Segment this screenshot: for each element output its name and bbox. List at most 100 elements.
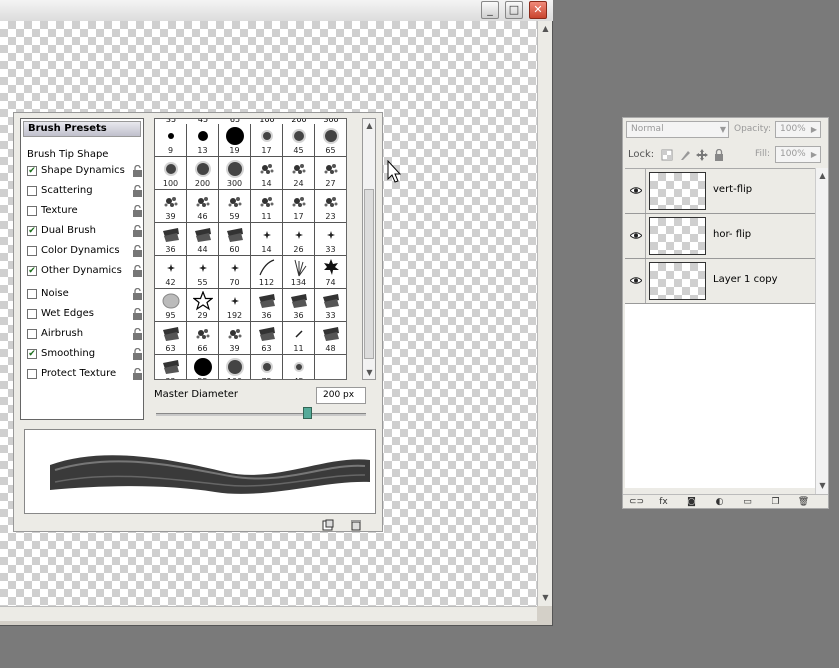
document-vertical-scrollbar[interactable]: ▲ ▼ bbox=[537, 21, 552, 606]
add-mask-icon[interactable]: ◙ bbox=[685, 497, 698, 508]
brush-preset-dot-icon[interactable]: 55 bbox=[187, 355, 219, 379]
brush-preset-texture-icon[interactable]: 60 bbox=[219, 223, 251, 256]
checkbox[interactable] bbox=[27, 246, 37, 256]
lock-icon[interactable] bbox=[132, 165, 143, 177]
checkbox[interactable] bbox=[27, 206, 37, 216]
brush-option-scattering[interactable]: Scattering bbox=[25, 183, 143, 199]
lock-transparent-icon[interactable] bbox=[661, 149, 673, 161]
lock-icon[interactable] bbox=[132, 348, 143, 360]
brush-option-noise[interactable]: Noise bbox=[25, 286, 143, 302]
scroll-thumb[interactable] bbox=[364, 189, 374, 359]
layer-name[interactable]: vert-flip bbox=[713, 184, 752, 195]
brush-preset-star-small-icon[interactable]: 55 bbox=[187, 256, 219, 289]
brush-preset-star-small-icon[interactable]: 14 bbox=[251, 223, 283, 256]
checkbox[interactable]: ✔ bbox=[27, 266, 37, 276]
lock-icon[interactable] bbox=[132, 288, 143, 300]
layer-row[interactable]: vert-flip bbox=[625, 169, 815, 214]
brush-preset-texture-icon[interactable]: 32 bbox=[155, 355, 187, 379]
checkbox[interactable]: ✔ bbox=[27, 226, 37, 236]
lock-all-icon[interactable] bbox=[713, 149, 725, 161]
brush-preset-texture-icon[interactable]: 36 bbox=[155, 223, 187, 256]
scroll-up-icon[interactable]: ▲ bbox=[816, 169, 829, 182]
brush-preset-texture-icon[interactable]: 36 bbox=[283, 289, 315, 322]
brush-preset-soft-icon[interactable]: 65 bbox=[315, 124, 346, 157]
brush-preset-dot-icon[interactable]: 13 bbox=[187, 124, 219, 157]
brush-option-dual-brush[interactable]: ✔ Dual Brush bbox=[25, 223, 143, 239]
brush-preset-star-small-icon[interactable]: 192 bbox=[219, 289, 251, 322]
master-diameter-input[interactable]: 200 px bbox=[316, 387, 366, 404]
brush-preset-splat-icon[interactable]: 24 bbox=[283, 157, 315, 190]
brush-preset-splat-icon[interactable]: 14 bbox=[251, 157, 283, 190]
document-horizontal-scrollbar[interactable] bbox=[0, 606, 537, 621]
brush-preset-splat-icon[interactable]: 23 bbox=[315, 190, 346, 223]
brush-preset-star-icon[interactable]: 29 bbox=[187, 289, 219, 322]
lock-icon[interactable] bbox=[132, 225, 143, 237]
layer-thumbnail[interactable] bbox=[649, 172, 706, 210]
layers-scrollbar[interactable]: ▲ ▼ bbox=[815, 168, 828, 494]
brush-preset-splat-icon[interactable]: 39 bbox=[219, 322, 251, 355]
brush-option-protect-texture[interactable]: Protect Texture bbox=[25, 366, 143, 382]
visibility-toggle[interactable] bbox=[627, 259, 646, 303]
checkbox[interactable] bbox=[27, 309, 37, 319]
lock-icon[interactable] bbox=[132, 328, 143, 340]
checkbox[interactable] bbox=[27, 289, 37, 299]
brush-grid-scrollbar[interactable]: ▲ ▼ bbox=[362, 118, 376, 380]
brush-preset-dash-icon[interactable]: 11 bbox=[283, 322, 315, 355]
brush-preset-soft-icon[interactable]: 100 bbox=[155, 157, 187, 190]
brush-preset-dot-icon[interactable]: 19 bbox=[219, 124, 251, 157]
scroll-up-icon[interactable]: ▲ bbox=[539, 22, 552, 35]
brush-preset-soft-icon[interactable]: 45 bbox=[283, 355, 315, 379]
fx-icon[interactable]: fx bbox=[657, 497, 670, 508]
brush-preset-texture-icon[interactable]: 33 bbox=[315, 289, 346, 322]
layer-row[interactable]: Layer 1 copy bbox=[625, 259, 815, 304]
brush-preset-soft-icon[interactable]: 200 bbox=[187, 157, 219, 190]
brush-preset-splat-icon[interactable]: 59 bbox=[219, 190, 251, 223]
brush-preset-texture-icon[interactable]: 63 bbox=[155, 322, 187, 355]
lock-position-move-icon[interactable] bbox=[696, 149, 708, 161]
brush-preset-texture-icon[interactable]: 63 bbox=[251, 322, 283, 355]
new-brush-icon[interactable] bbox=[322, 519, 334, 531]
checkbox[interactable] bbox=[27, 369, 37, 379]
layer-name[interactable]: Layer 1 copy bbox=[713, 274, 777, 285]
brush-tip-shape-item[interactable]: Brush Tip Shape bbox=[27, 149, 108, 160]
brush-preset-soft-icon[interactable]: 17 bbox=[251, 124, 283, 157]
scroll-up-icon[interactable]: ▲ bbox=[363, 119, 376, 132]
visibility-toggle[interactable] bbox=[627, 214, 646, 258]
brush-option-wet-edges[interactable]: Wet Edges bbox=[25, 306, 143, 322]
brush-option-color-dynamics[interactable]: Color Dynamics bbox=[25, 243, 143, 259]
new-layer-icon[interactable]: ❐ bbox=[769, 497, 782, 508]
brush-preset-star-small-icon[interactable]: 33 bbox=[315, 223, 346, 256]
brush-preset-grid[interactable]: 35 45 65 100 200 300 9 13 19 17 45 65 100 200 300 14 24… bbox=[154, 118, 347, 380]
adjustment-layer-icon[interactable]: ◐ bbox=[713, 497, 726, 508]
layer-name[interactable]: hor- flip bbox=[713, 229, 751, 240]
opacity-field[interactable]: 100% ▶ bbox=[775, 121, 821, 138]
brush-preset-texture-icon[interactable]: 36 bbox=[251, 289, 283, 322]
brush-preset-blob-icon[interactable]: 95 bbox=[155, 289, 187, 322]
lock-icon[interactable] bbox=[132, 308, 143, 320]
brush-preset-star-small-icon[interactable]: 26 bbox=[283, 223, 315, 256]
brush-preset-splat-icon[interactable]: 17 bbox=[283, 190, 315, 223]
master-diameter-slider[interactable] bbox=[156, 413, 366, 416]
lock-icon[interactable] bbox=[132, 245, 143, 257]
brush-preset-soft-icon[interactable]: 300 bbox=[219, 157, 251, 190]
layer-thumbnail[interactable] bbox=[649, 262, 706, 300]
brush-preset-grass-icon[interactable]: 112 bbox=[251, 256, 283, 289]
fill-field[interactable]: 100% ▶ bbox=[775, 146, 821, 163]
lock-icon[interactable] bbox=[132, 368, 143, 380]
brush-preset-splat-icon[interactable]: 11 bbox=[251, 190, 283, 223]
brush-option-airbrush[interactable]: Airbrush bbox=[25, 326, 143, 342]
brush-preset-star-small-icon[interactable]: 42 bbox=[155, 256, 187, 289]
brush-preset-splat-icon[interactable]: 39 bbox=[155, 190, 187, 223]
document-titlebar[interactable]: _ □ ✕ bbox=[0, 0, 553, 21]
trash-icon[interactable] bbox=[350, 519, 362, 531]
brush-preset-texture-icon[interactable]: 48 bbox=[315, 322, 346, 355]
delete-layer-icon[interactable]: 🗑 bbox=[797, 497, 810, 508]
brush-preset-texture-icon[interactable]: 44 bbox=[187, 223, 219, 256]
brush-presets-tab[interactable]: Brush Presets bbox=[23, 121, 141, 137]
brush-preset-star-small-icon[interactable]: 70 bbox=[219, 256, 251, 289]
brush-preset-soft-icon[interactable]: 75 bbox=[251, 355, 283, 379]
lock-icon[interactable] bbox=[132, 265, 143, 277]
brush-option-other-dynamics[interactable]: ✔ Other Dynamics bbox=[25, 263, 143, 279]
new-group-icon[interactable]: ▭ bbox=[741, 497, 754, 508]
checkbox[interactable]: ✔ bbox=[27, 349, 37, 359]
